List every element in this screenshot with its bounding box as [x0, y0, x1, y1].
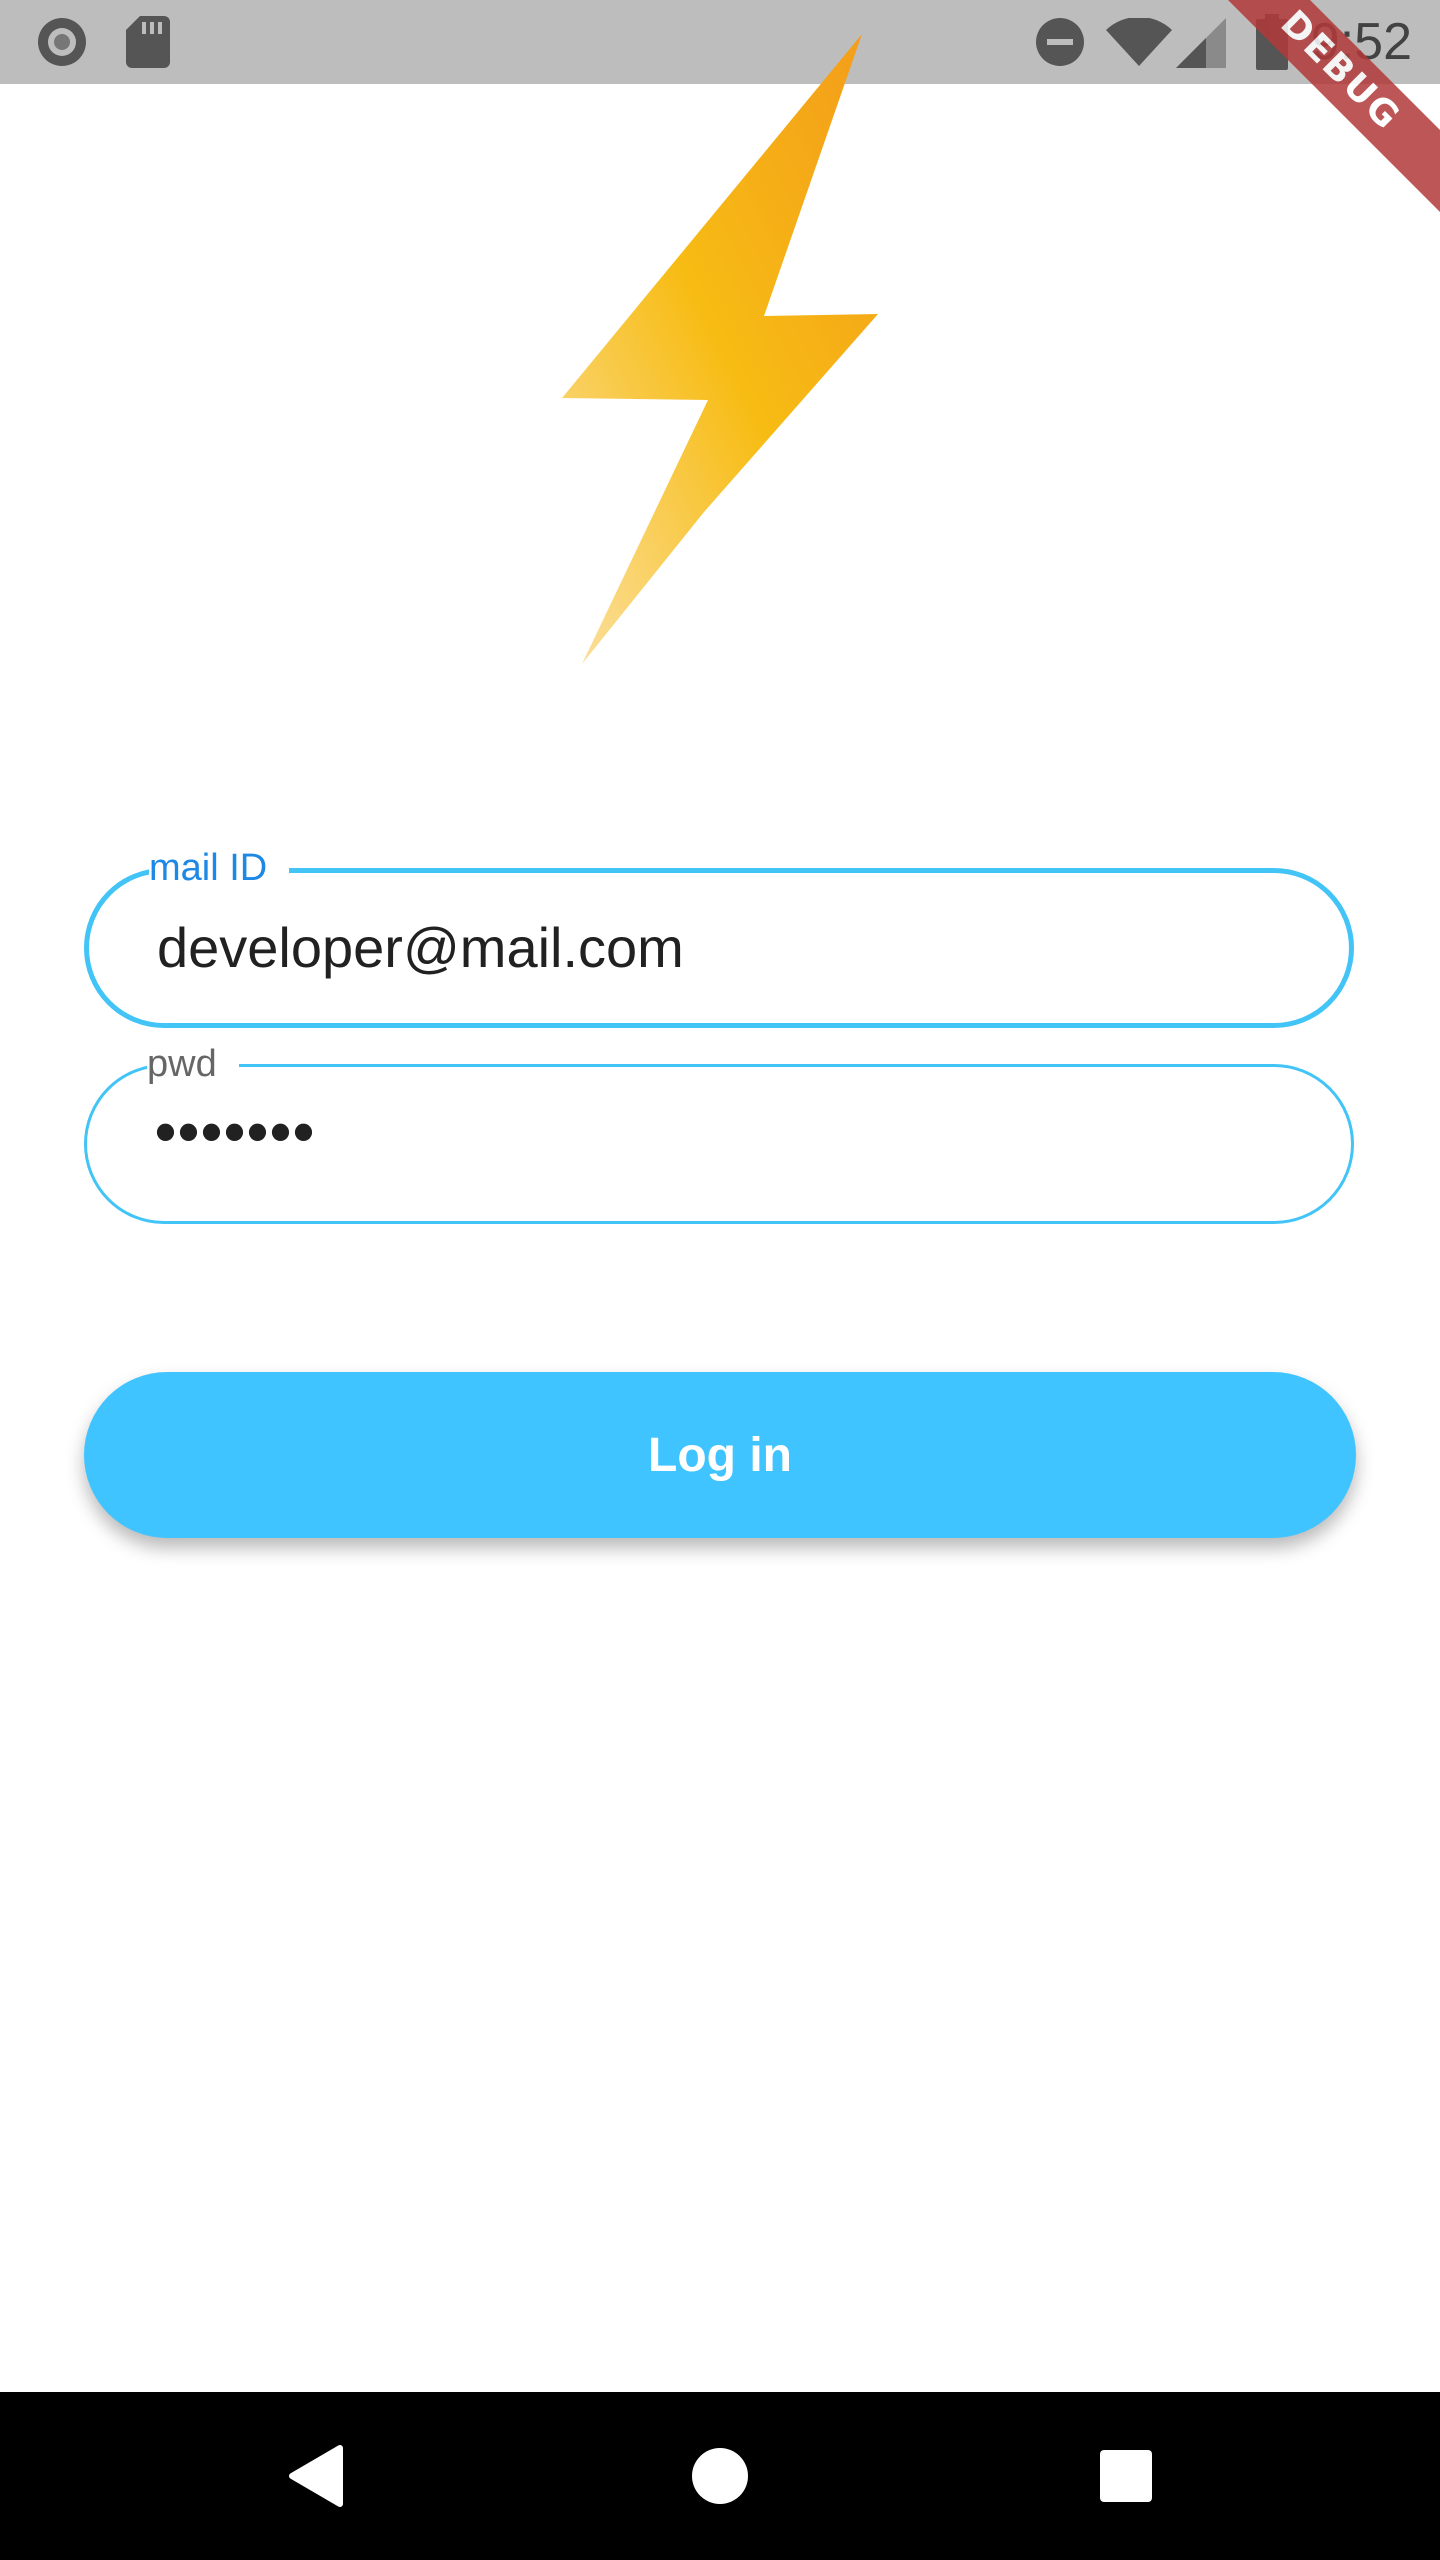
navigation-bar [0, 2392, 1440, 2560]
email-field-value[interactable]: developer@mail.com [157, 913, 684, 983]
do-not-disturb-icon [1034, 16, 1086, 73]
sd-card-icon [126, 16, 170, 73]
password-field-label: pwd [147, 1039, 239, 1089]
lightning-bolt-icon [560, 34, 890, 679]
signal-icon [1176, 18, 1226, 73]
login-button[interactable]: Log in [84, 1372, 1356, 1538]
recents-icon[interactable] [1042, 2392, 1210, 2560]
wifi-icon [1106, 16, 1172, 73]
email-field-label: mail ID [149, 843, 290, 893]
password-field-value[interactable]: ••••••• [155, 1097, 316, 1167]
password-field[interactable]: pwd ••••••• [84, 1039, 1354, 1224]
email-field[interactable]: mail ID developer@mail.com [84, 843, 1354, 1028]
record-icon [36, 16, 88, 73]
home-icon[interactable] [636, 2392, 804, 2560]
back-icon[interactable] [232, 2392, 400, 2560]
